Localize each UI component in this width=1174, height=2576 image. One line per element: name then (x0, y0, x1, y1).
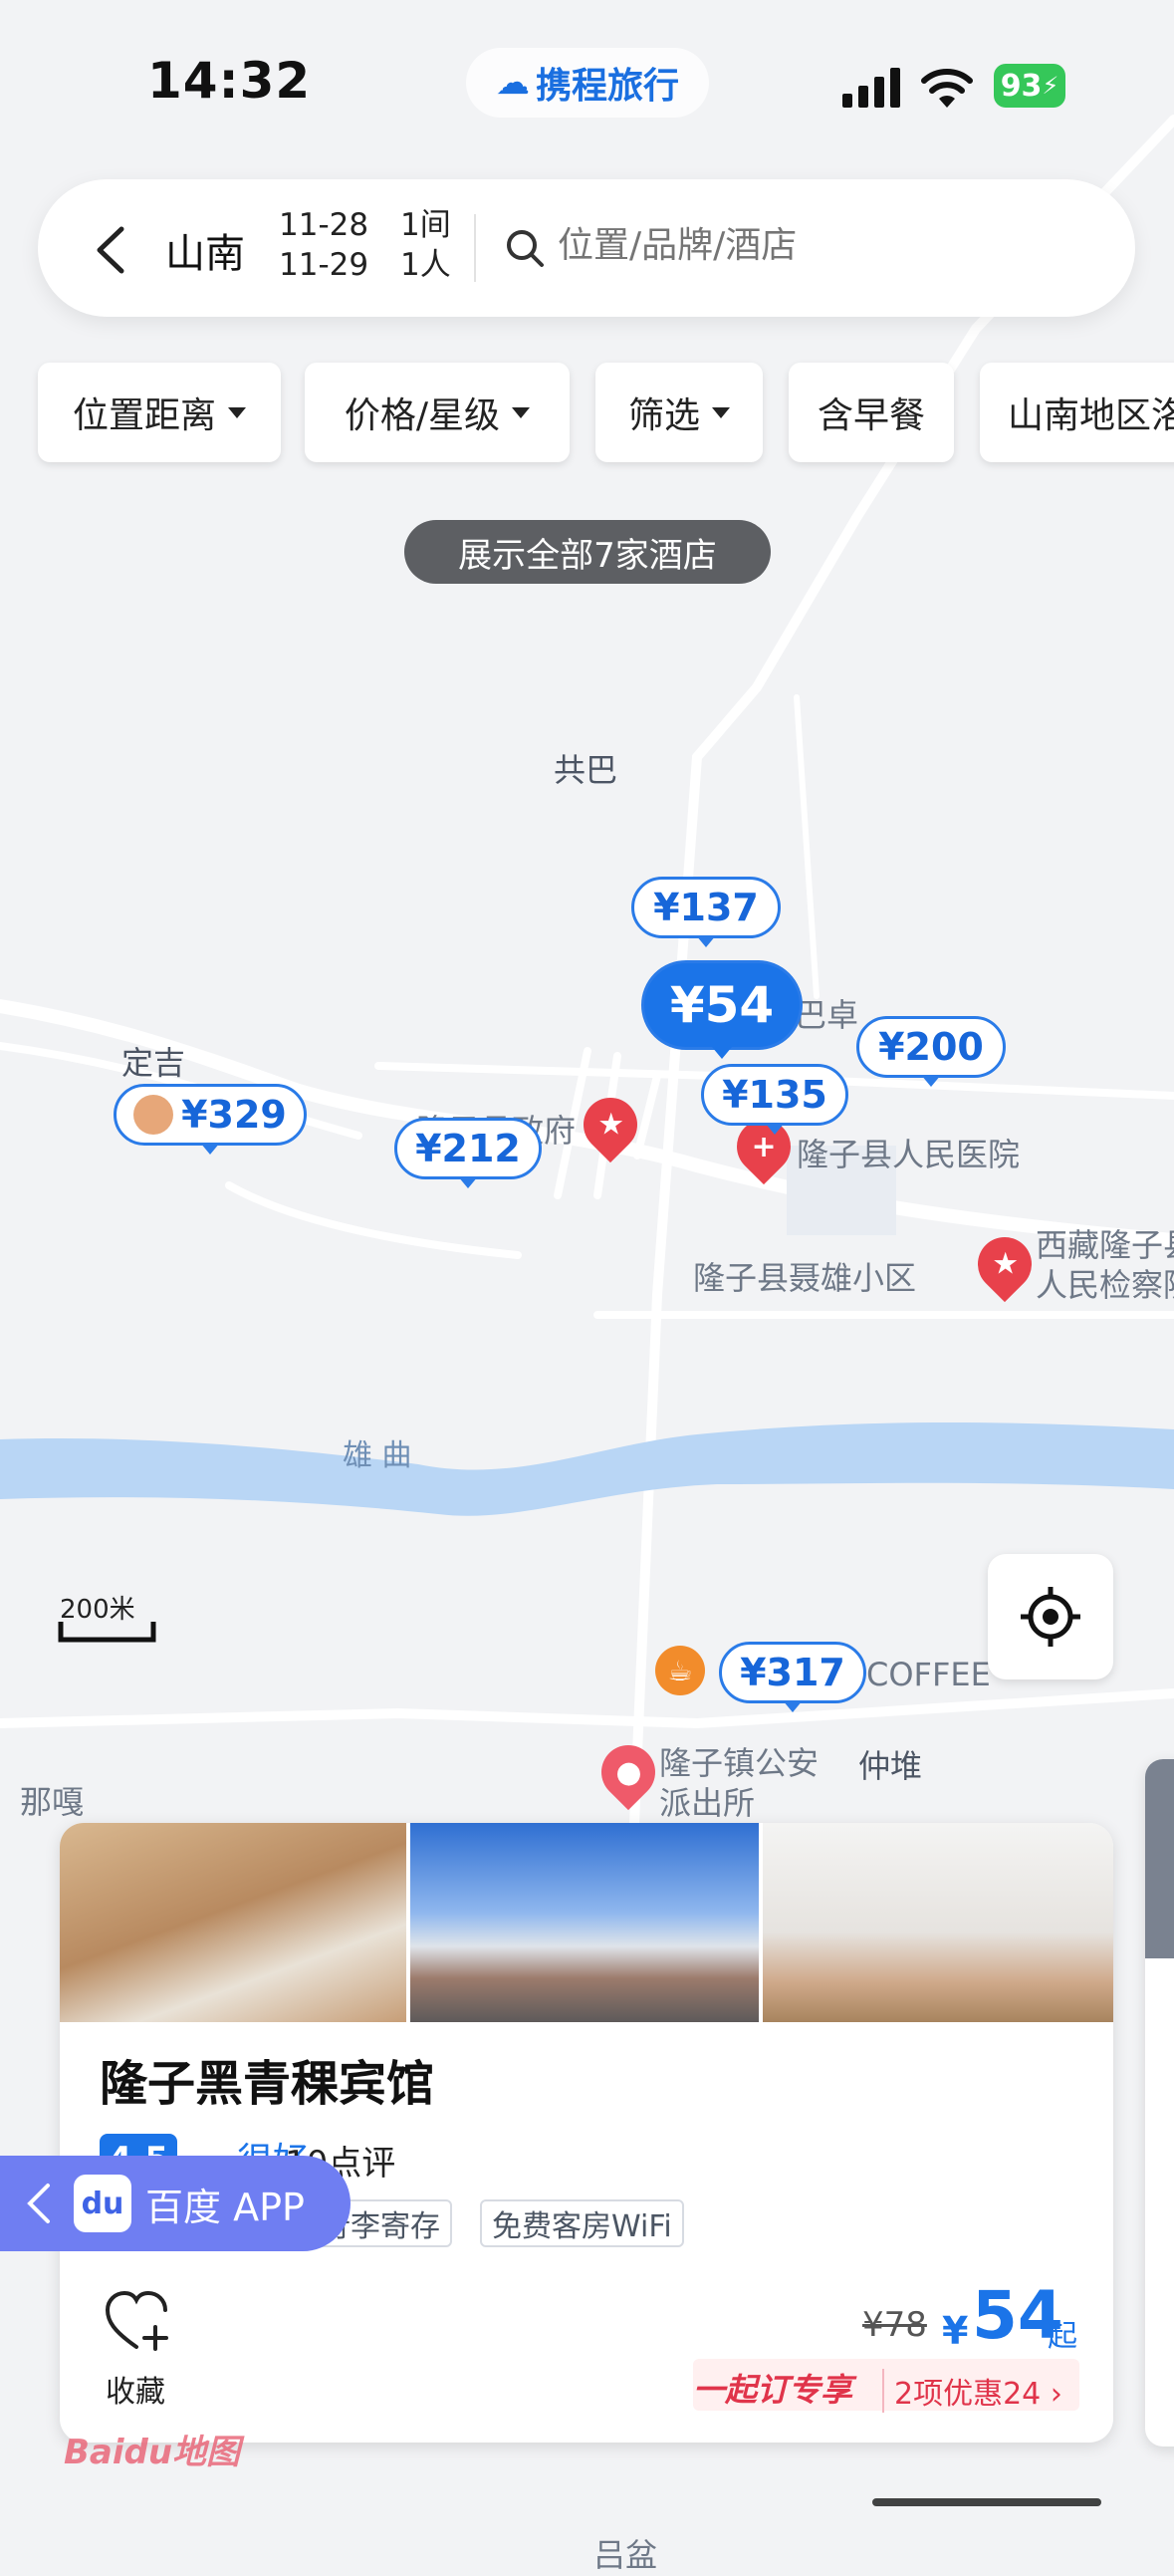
show-all-label: 展示全部7家酒店 (458, 535, 717, 576)
price-marker-value: ¥212 (415, 1127, 521, 1170)
filter-location-distance[interactable]: 位置距离 (38, 363, 281, 462)
hotel-photo-exterior[interactable] (410, 1823, 759, 2022)
chevron-right-icon: › (1050, 2377, 1062, 2412)
map-label-line: 人民检察院 (1036, 1266, 1174, 1304)
hotel-name[interactable]: 隆子黑青稞宾馆 (100, 2044, 434, 2114)
baidu-app-label: 百度 APP (145, 2185, 305, 2229)
map-label-river: 雄 曲 (343, 1438, 412, 1473)
app-brand-badge: ☁ 携程旅行 (466, 48, 709, 118)
back-chevron-icon[interactable] (92, 225, 131, 275)
price-marker-value: ¥135 (722, 1073, 827, 1117)
show-all-hotels-badge[interactable]: 展示全部7家酒店 (404, 520, 771, 584)
baidu-app-banner[interactable]: du 百度 APP (0, 2156, 351, 2251)
price-marker[interactable]: ¥212 (394, 1118, 542, 1188)
charging-bolt-icon: ⚡ (1042, 72, 1059, 100)
hotel-brand-icon (133, 1095, 174, 1135)
map-scale-bar (58, 1622, 156, 1643)
price-marker-value: ¥329 (181, 1093, 287, 1137)
map-label-coffee: COFFEE (866, 1656, 991, 1693)
map-label-dingji: 定吉 (121, 1044, 186, 1082)
date-range[interactable]: 11-28 11-29 (279, 205, 368, 285)
price-suffix: 起 (1048, 2319, 1077, 2354)
baidu-map-watermark: Baidu地图 (64, 2433, 241, 2472)
map-label-town-police: 隆子镇公安 派出所 (659, 1743, 819, 1823)
locate-me-button[interactable] (988, 1554, 1113, 1679)
price-marker-value: ¥54 (669, 976, 775, 1034)
map-label-hospital: 隆子县人民医院 (797, 1136, 1021, 1173)
dropdown-triangle-icon (712, 406, 730, 418)
price-marker[interactable]: ¥135 (701, 1064, 848, 1135)
dropdown-triangle-icon (512, 406, 531, 418)
battery-indicator: 93 ⚡ (994, 64, 1065, 108)
map-label-bottom: 吕盆 (593, 2536, 658, 2574)
hotel-photo-lobby[interactable] (763, 1823, 1113, 2022)
price-marker[interactable]: ¥317 (719, 1642, 866, 1712)
room-guest-count[interactable]: 1间 1人 (400, 205, 451, 285)
map-label-zhongdui: 仲堆 (858, 1747, 923, 1785)
map-label-procuratorate: 西藏隆子县 人民检察院 (1036, 1225, 1174, 1305)
filter-breakfast[interactable]: 含早餐 (789, 363, 954, 462)
map-label-line: 派出所 (659, 1784, 756, 1822)
hotel-card[interactable]: 隆子黑青稞宾馆 4.5 很好 10点评 行李寄存 免费客房WiFi 收藏 ¥78… (60, 1823, 1113, 2443)
search-icon (507, 230, 544, 267)
coffee-pin-icon[interactable]: ☕ (655, 1646, 705, 1695)
filter-price-star[interactable]: 价格/星级 (305, 363, 570, 462)
guest-count: 1人 (400, 247, 451, 283)
promo-detail-label: 2项优惠24 (894, 2377, 1042, 2412)
home-indicator[interactable] (872, 2498, 1101, 2506)
baidu-logo-icon: du (74, 2175, 131, 2232)
city-selector[interactable]: 山南 (165, 221, 245, 279)
price-marker-value: ¥200 (878, 1025, 984, 1069)
filter-shannan-area[interactable]: 山南地区洛 (980, 363, 1174, 462)
dropdown-triangle-icon (228, 406, 246, 418)
filter-label: 筛选 (627, 395, 700, 436)
room-count: 1间 (400, 207, 451, 243)
map-label-naga: 那嘎 (20, 1783, 85, 1821)
checkout-date: 11-29 (279, 247, 369, 283)
price-marker[interactable]: ¥200 (856, 1016, 1006, 1087)
wifi-icon (921, 69, 973, 108)
map-label-community: 隆子县聂雄小区 (693, 1259, 917, 1297)
next-hotel-photo (1145, 1759, 1174, 1958)
promo-title: 一起订专享 (693, 2371, 853, 2409)
price-marker-value: ¥137 (653, 886, 759, 929)
app-brand-label: 携程旅行 (535, 66, 679, 107)
filter-label: 山南地区洛 (1008, 395, 1174, 436)
filter-label: 含早餐 (817, 395, 925, 436)
price-marker[interactable]: ¥137 (631, 877, 781, 947)
filter-label: 位置距离 (72, 395, 216, 436)
next-hotel-card-peek[interactable] (1145, 1759, 1174, 2447)
price-marker-selected[interactable]: ¥54 (641, 960, 803, 1059)
favorite-label[interactable]: 收藏 (106, 2367, 165, 2411)
map-label-gongba: 共巴 (554, 751, 618, 789)
chevron-left-icon (27, 2184, 50, 2223)
hotel-tag: 免费客房WiFi (480, 2199, 684, 2247)
search-input[interactable] (558, 225, 1075, 266)
ctrip-logo-icon: ☁ (495, 63, 530, 103)
status-time: 14:32 (147, 52, 312, 110)
promo-detail[interactable]: 2项优惠24 › (882, 2369, 1062, 2413)
map-label-line: 西藏隆子县 (1036, 1226, 1174, 1264)
filter-label: 价格/星级 (344, 395, 501, 436)
price-currency: ¥ (942, 2309, 969, 2353)
price-marker[interactable]: ¥329 (114, 1084, 307, 1155)
search-divider (474, 214, 476, 282)
hotel-photo-room[interactable] (60, 1823, 406, 2022)
battery-level: 93 (1000, 68, 1043, 104)
price-marker-value: ¥317 (740, 1651, 845, 1694)
favorite-heart-icon[interactable] (104, 2289, 173, 2355)
map-label-line: 隆子镇公安 (659, 1744, 820, 1782)
signal-icon (842, 68, 900, 108)
checkin-date: 11-28 (279, 207, 369, 243)
locate-crosshair-icon (1021, 1587, 1080, 1647)
filter-more[interactable]: 筛选 (595, 363, 763, 462)
original-price: ¥78 (862, 2305, 927, 2345)
